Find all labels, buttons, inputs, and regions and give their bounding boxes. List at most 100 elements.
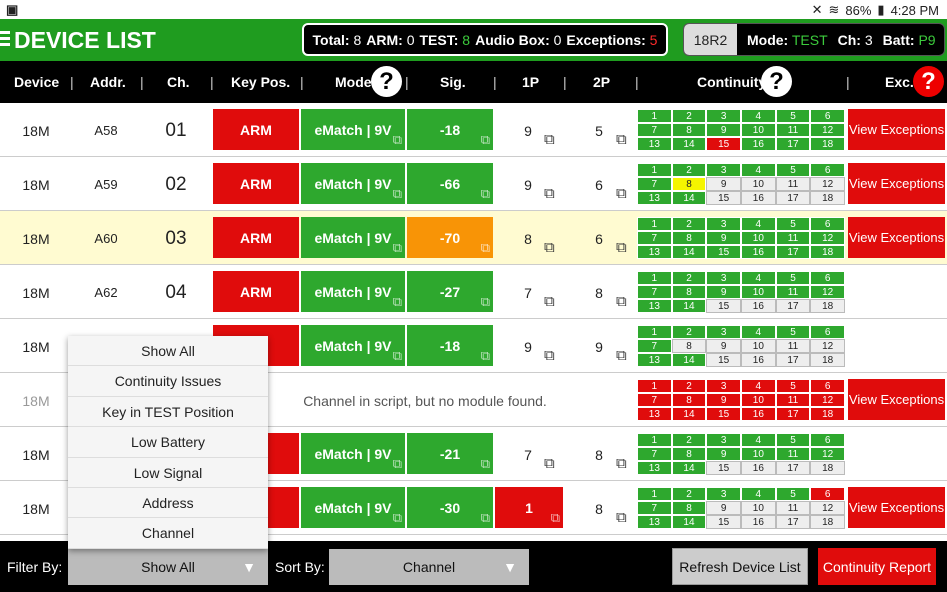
continuity-cell: 7	[637, 177, 672, 191]
external-link-icon[interactable]: ⧉	[544, 293, 555, 310]
continuity-grid[interactable]: 1 2 3 4 5 6 7 8 9 10 11 12 13 14 15 16 17 18	[637, 109, 845, 151]
filter-option[interactable]: Low Battery	[68, 427, 268, 458]
view-exceptions-button[interactable]: View Exceptions	[848, 487, 945, 528]
continuity-cell: 6	[810, 271, 845, 285]
exceptions-help-icon[interactable]: ?	[913, 66, 944, 97]
external-link-icon[interactable]: ⧉	[544, 347, 555, 364]
key-position: ARM	[213, 109, 299, 150]
continuity-cell: 13	[637, 353, 672, 367]
external-link-icon[interactable]: ⧉	[616, 239, 627, 256]
continuity-cell: 14	[671, 245, 707, 259]
external-link-icon[interactable]: ⧉	[544, 131, 555, 148]
filter-option[interactable]: Show All	[68, 336, 268, 367]
device-mode: TEST	[791, 31, 828, 48]
filter-option[interactable]: Low Signal	[68, 458, 268, 488]
view-exceptions-button[interactable]: View Exceptions	[848, 217, 945, 258]
external-link-icon[interactable]: ⧉	[544, 239, 555, 256]
col-addr: Addr.	[90, 74, 126, 90]
continuity-grid[interactable]: 1 2 3 4 5 6 7 8 9 10 11 12 13 14 15 16 17 18	[637, 271, 845, 313]
refresh-device-list-button[interactable]: Refresh Device List	[672, 548, 808, 585]
mode-button[interactable]: eMatch | 9V ⧉	[301, 433, 405, 474]
status-bar: ▣ ✕ ≋ 86% ▮ 4:28 PM	[0, 0, 947, 19]
continuity-cell: 3	[706, 379, 741, 393]
device-type: 18M	[22, 231, 50, 247]
continuity-cell: 3	[706, 109, 741, 123]
continuity-cell: 16	[741, 245, 776, 259]
continuity-cell: 18	[810, 245, 845, 259]
table-row[interactable]: 18M A62 04 ARM eMatch | 9V ⧉ -27 ⧉ 7 ⧉ 8 ⧉ 1 2 3 4 5 6 7 8 9…	[0, 265, 947, 319]
caret-down-icon: ▼	[242, 559, 256, 575]
external-link-icon[interactable]: ⧉	[616, 347, 627, 364]
mode-button[interactable]: eMatch | 9V ⧉	[301, 109, 405, 150]
continuity-cell: 9	[706, 339, 741, 353]
view-exceptions-button[interactable]: View Exceptions	[848, 379, 945, 420]
continuity-grid[interactable]: 1 2 3 4 5 6 7 8 9 10 11 12 13 14 15 16 17 18	[637, 379, 845, 421]
continuity-grid[interactable]: 1 2 3 4 5 6 7 8 9 10 11 12 13 14 15 16 17 18	[637, 217, 845, 259]
signal-button[interactable]: -66 ⧉	[407, 163, 493, 204]
view-exceptions-button[interactable]: View Exceptions	[848, 109, 945, 150]
device-info-panel[interactable]: 18R2 Mode: TEST Ch: 3 Batt: P9	[683, 23, 945, 56]
signal-button[interactable]: -27 ⧉	[407, 271, 493, 312]
filter-option[interactable]: Continuity Issues	[68, 366, 268, 397]
filter-select[interactable]: Show All ▼	[68, 549, 268, 585]
sort-select[interactable]: Channel ▼	[329, 549, 529, 585]
filter-option[interactable]: Channel	[68, 518, 268, 549]
table-row[interactable]: 18M A60 03 ARM eMatch | 9V ⧉ -70 ⧉ 8 ⧉ 6 ⧉ 1 2 3 4 5 6 7 8 9…	[0, 211, 947, 265]
continuity-grid[interactable]: 1 2 3 4 5 6 7 8 9 10 11 12 13 14 15 16 17 18	[637, 325, 845, 367]
continuity-cell: 18	[810, 407, 845, 421]
external-link-icon: ⧉	[392, 186, 402, 201]
signal-button[interactable]: -30 ⧉	[407, 487, 493, 528]
signal-button[interactable]: -18 ⧉	[407, 325, 493, 366]
continuity-grid[interactable]: 1 2 3 4 5 6 7 8 9 10 11 12 13 14 15 16 17 18	[637, 163, 845, 205]
external-link-icon: ⧉	[480, 240, 490, 255]
external-link-icon[interactable]: ⧉	[544, 455, 555, 472]
channel-number: 04	[165, 282, 187, 303]
external-link-icon: ⧉	[392, 348, 402, 363]
signal-button[interactable]: -21 ⧉	[407, 433, 493, 474]
continuity-grid[interactable]: 1 2 3 4 5 6 7 8 9 10 11 12 13 14 15 16 17 18	[637, 487, 845, 529]
continuity-grid[interactable]: 1 2 3 4 5 6 7 8 9 10 11 12 13 14 15 16 17 18	[637, 433, 845, 475]
external-link-icon: ⧉	[392, 240, 402, 255]
continuity-cell: 17	[775, 353, 811, 367]
continuity-cell: 2	[671, 325, 707, 339]
continuity-cell: 3	[706, 433, 741, 447]
mode-button[interactable]: eMatch | 9V ⧉	[301, 271, 405, 312]
continuity-cell: 15	[706, 299, 741, 313]
signal-button[interactable]: -70 ⧉	[407, 217, 493, 258]
table-row[interactable]: 18M A59 02 ARM eMatch | 9V ⧉ -66 ⧉ 9 ⧉ 6 ⧉ 1 2 3 4 5 6 7 8 9…	[0, 157, 947, 211]
external-link-icon: ⧉	[480, 132, 490, 147]
mode-button[interactable]: eMatch | 9V ⧉	[301, 163, 405, 204]
continuity-cell: 3	[706, 487, 741, 501]
external-link-icon[interactable]: ⧉	[616, 509, 627, 526]
mode-help-icon[interactable]: ?	[371, 66, 402, 97]
menu-icon[interactable]	[0, 31, 10, 47]
mode-button[interactable]: eMatch | 9V ⧉	[301, 325, 405, 366]
external-link-icon[interactable]: ⧉	[616, 455, 627, 472]
filter-label: Filter By:	[7, 559, 63, 575]
continuity-cell: 18	[810, 137, 845, 151]
continuity-cell: 2	[671, 433, 707, 447]
continuity-cell: 10	[741, 285, 776, 299]
col-key-pos: Key Pos.	[231, 74, 291, 90]
continuity-report-button[interactable]: Continuity Report	[818, 548, 936, 585]
continuity-cell: 13	[637, 299, 672, 313]
view-exceptions-button[interactable]: View Exceptions	[848, 163, 945, 204]
filter-option[interactable]: Key in TEST Position	[68, 397, 268, 428]
continuity-cell: 16	[741, 515, 776, 529]
channel-number: 03	[165, 228, 187, 249]
p1-button[interactable]: 1 ⧉	[495, 487, 563, 528]
mode-button[interactable]: eMatch | 9V ⧉	[301, 217, 405, 258]
mode-button[interactable]: eMatch | 9V ⧉	[301, 487, 405, 528]
external-link-icon[interactable]: ⧉	[616, 293, 627, 310]
signal-button[interactable]: -18 ⧉	[407, 109, 493, 150]
continuity-cell: 17	[775, 299, 811, 313]
external-link-icon[interactable]: ⧉	[616, 131, 627, 148]
continuity-cell: 14	[671, 299, 707, 313]
external-link-icon[interactable]: ⧉	[544, 185, 555, 202]
filter-option[interactable]: Address	[68, 488, 268, 519]
external-link-icon[interactable]: ⧉	[616, 185, 627, 202]
continuity-help-icon[interactable]: ?	[761, 66, 792, 97]
continuity-cell: 9	[706, 447, 741, 461]
table-row[interactable]: 18M A58 01 ARM eMatch | 9V ⧉ -18 ⧉ 9 ⧉ 5 ⧉ 1 2 3 4 5 6 7 8 9…	[0, 103, 947, 157]
continuity-cell: 8	[671, 231, 707, 245]
